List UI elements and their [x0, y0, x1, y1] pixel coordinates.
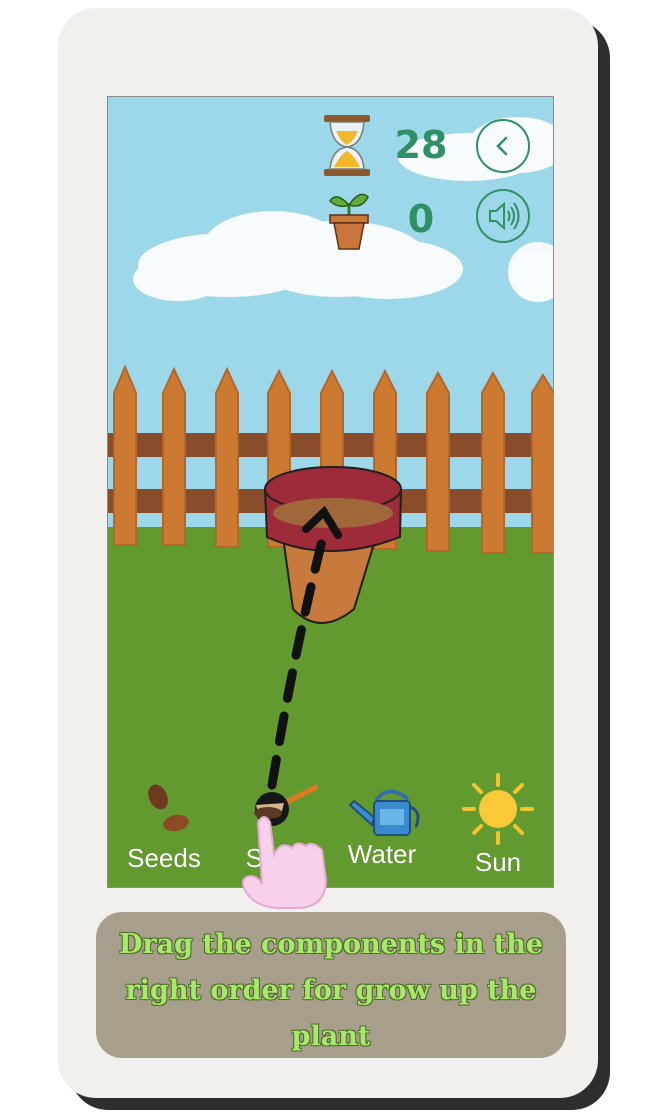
pointing-hand-icon	[241, 816, 328, 909]
instruction-line-1: Drag the components in the	[118, 929, 544, 960]
back-button[interactable]	[476, 119, 530, 173]
tool-seeds-label: Seeds	[127, 843, 201, 873]
hourglass-icon	[324, 115, 370, 176]
seeds-icon	[148, 784, 189, 832]
tool-water-label: Water	[347, 839, 417, 869]
speaker-icon	[489, 201, 520, 231]
sound-button[interactable]	[476, 189, 530, 243]
sun-icon	[462, 773, 534, 845]
instruction-box: Drag the components in the right order f…	[96, 912, 566, 1058]
tool-sun-label: Sun	[474, 847, 522, 877]
tool-water[interactable]: Water	[334, 773, 430, 883]
potted-plant-icon	[329, 193, 369, 250]
tool-sun[interactable]: Sun	[450, 773, 546, 883]
instruction-text: Drag the components in the right order f…	[106, 922, 556, 1060]
plants-value: 0	[407, 197, 435, 241]
instruction-line-3: plant	[291, 1021, 371, 1052]
watering-can-icon	[348, 789, 420, 836]
chevron-left-icon	[496, 136, 508, 156]
instruction-line-2: right order for grow up the	[125, 975, 537, 1006]
timer-value: 28	[394, 123, 448, 167]
tool-seeds[interactable]: Seeds	[116, 773, 212, 883]
game-screen: 28 0 Seeds Sand	[107, 96, 554, 888]
